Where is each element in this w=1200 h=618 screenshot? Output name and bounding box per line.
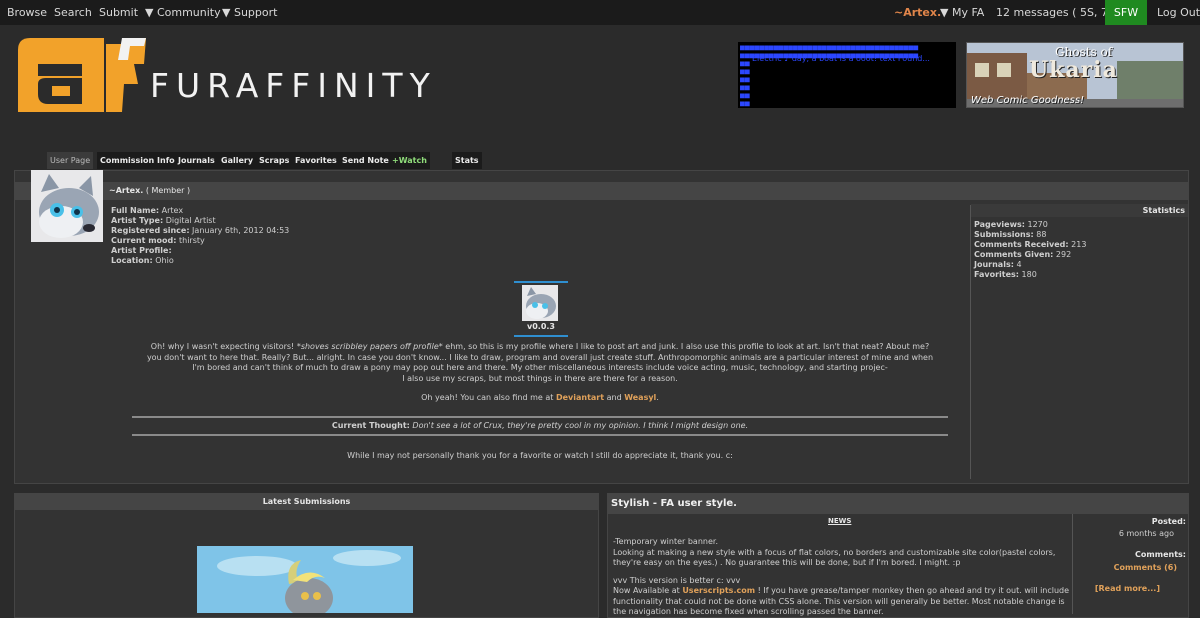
banner-tagline: Web Comic Goodness! [971, 95, 1085, 106]
profile-bio: Oh! why I wasn't expecting visitors! *sh… [146, 342, 934, 383]
nav-messages[interactable]: 12 messages ( 5S, 7J ) [996, 0, 1119, 25]
tab-user-page[interactable]: User Page [47, 152, 94, 169]
stats-divider [970, 205, 971, 479]
user-avatar[interactable] [31, 170, 103, 242]
divider-top [132, 416, 948, 418]
stat-row: Submissions: 88 [974, 230, 1047, 239]
profile-rank: ( Member ) [145, 186, 191, 195]
info-row: Location: Ohio [111, 256, 174, 265]
info-row: Current mood: thirsty [111, 236, 205, 245]
tab-journals[interactable]: Journals [175, 152, 218, 169]
profile-info: Full Name: Artex Artist Type: Digital Ar… [111, 206, 289, 266]
tab-scraps[interactable]: Scraps [256, 152, 293, 169]
info-row: Full Name: Artex [111, 206, 184, 215]
nav-logout[interactable]: Log Out [1157, 0, 1200, 25]
posted-label: Posted: [1151, 517, 1186, 526]
banner-ad-left[interactable]: ■■■■■■■■■■■■■■■■■■■■■■■■■■■■■■■■■■■■■ ■■■… [738, 42, 956, 108]
deviantart-link[interactable]: Deviantart [556, 393, 604, 402]
profile-username-line: ~Artex. ( Member ) [109, 186, 190, 195]
info-row: Artist Type: Digital Artist [111, 216, 216, 225]
nav-support[interactable]: ▼ Support [222, 0, 277, 25]
stat-row: Pageviews: 1270 [974, 220, 1048, 229]
journal-meta-divider [1072, 514, 1073, 614]
journal-heading: NEWS [828, 517, 852, 525]
banner-title-line2: Ukaria [1029, 57, 1118, 83]
banner-ad-text: Electric ♪ day, a boat is a ooot! text F… [752, 54, 930, 63]
comments-label: Comments: [1135, 550, 1186, 559]
nav-search[interactable]: Search [54, 0, 92, 25]
site-logo-text: FURAFFINITY [150, 66, 437, 105]
current-thought: Current Thought: Don't see a lot of Crux… [331, 421, 749, 430]
profile-header-bar [15, 182, 1188, 200]
top-nav: Browse Search Submit ▼ Community ▼ Suppo… [0, 0, 1200, 25]
site-logo-icon[interactable] [18, 34, 150, 112]
journal-title[interactable]: Stylish - FA user style. [611, 498, 737, 509]
comments-link[interactable]: Comments (6) [1076, 563, 1177, 572]
version-avatar [522, 285, 558, 321]
stat-row: Favorites: 180 [974, 270, 1037, 279]
tab-watch[interactable]: +Watch [389, 152, 430, 169]
stat-row: Comments Received: 213 [974, 240, 1087, 249]
tab-commission-info[interactable]: Commission Info [97, 152, 178, 169]
stat-row: Journals: 4 [974, 260, 1022, 269]
nav-submit[interactable]: Submit [99, 0, 138, 25]
version-label: v0.0.3 [527, 322, 555, 331]
nav-user[interactable]: ~Artex. [894, 0, 941, 25]
latest-submission-thumbnail[interactable] [197, 546, 413, 613]
external-links: Oh yeah! You can also find me at Deviant… [421, 393, 659, 402]
stats-title: Statistics [1142, 206, 1185, 215]
posted-value: 6 months ago [1118, 529, 1174, 538]
banner-ad-right[interactable]: Ghosts of Ukaria Web Comic Goodness! [966, 42, 1184, 108]
read-more-link[interactable]: [Read more...] [1076, 584, 1160, 593]
nav-my-fa[interactable]: ▼ My FA [940, 0, 984, 25]
nav-browse[interactable]: Browse [7, 0, 47, 25]
nav-community[interactable]: ▼ Community [145, 0, 221, 25]
tab-favorites[interactable]: Favorites [292, 152, 340, 169]
info-row: Artist Profile: [111, 246, 172, 255]
divider-bottom [132, 434, 948, 436]
stats-list: Pageviews: 1270 Submissions: 88 Comments… [974, 220, 1086, 280]
thanks-text: While I may not personally thank you for… [347, 451, 733, 460]
tab-stats[interactable]: Stats [452, 152, 482, 169]
stat-row: Comments Given: 292 [974, 250, 1072, 259]
latest-submissions-title: Latest Submissions [262, 497, 351, 506]
tab-gallery[interactable]: Gallery [218, 152, 257, 169]
profile-username[interactable]: ~Artex. [109, 186, 143, 195]
userscripts-link[interactable]: Userscripts.com [682, 586, 755, 595]
tab-send-note[interactable]: Send Note [339, 152, 392, 169]
info-row: Registered since: January 6th, 2012 04:5… [111, 226, 290, 235]
weasyl-link[interactable]: Weasyl [624, 393, 656, 402]
journal-body: -Temporary winter banner. Looking at mak… [613, 537, 1070, 616]
sfw-toggle[interactable]: SFW [1105, 0, 1147, 25]
